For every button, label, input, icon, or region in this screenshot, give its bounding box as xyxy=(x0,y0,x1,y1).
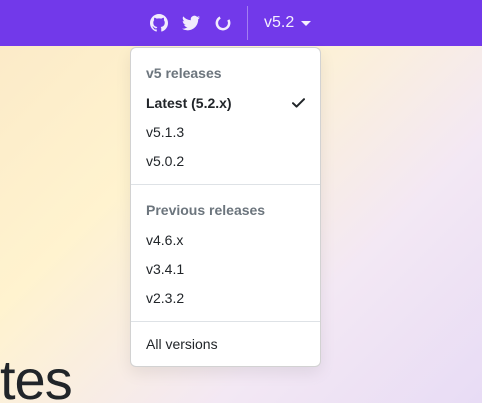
version-item-v5-0-2[interactable]: v5.0.2 xyxy=(131,147,320,175)
twitter-icon[interactable] xyxy=(181,13,201,33)
checkmark-icon xyxy=(292,98,305,108)
dropdown-header-previous: Previous releases xyxy=(146,202,266,218)
page-hero-title: tes xyxy=(0,348,73,403)
dropdown-divider xyxy=(131,321,320,322)
versions-dropdown-menu: v5 releases Latest (5.2.x) v5.1.3 v5.0.2… xyxy=(130,47,321,367)
version-item-label: v5.1.3 xyxy=(146,124,185,140)
version-item-v5-1-3[interactable]: v5.1.3 xyxy=(131,118,320,146)
version-item-label: v4.6.x xyxy=(146,232,184,248)
version-item-v3-4-1[interactable]: v3.4.1 xyxy=(131,255,320,283)
all-versions-label: All versions xyxy=(146,336,218,352)
version-item-v2-3-2[interactable]: v2.3.2 xyxy=(131,284,320,312)
version-item-v4-6-x[interactable]: v4.6.x xyxy=(131,226,320,254)
dropdown-header-v5: v5 releases xyxy=(146,65,222,81)
version-item-label: v5.0.2 xyxy=(146,153,185,169)
opencollective-icon[interactable] xyxy=(213,13,233,33)
version-item-label: v2.3.2 xyxy=(146,290,185,306)
top-navbar: v5.2 xyxy=(0,0,482,46)
all-versions-link[interactable]: All versions xyxy=(131,330,320,358)
version-label: v5.2 xyxy=(264,14,295,31)
version-item-label: Latest (5.2.x) xyxy=(146,95,232,111)
github-icon[interactable] xyxy=(149,13,169,33)
navbar-divider xyxy=(247,6,248,40)
version-item-latest[interactable]: Latest (5.2.x) xyxy=(131,89,320,117)
caret-down-icon xyxy=(301,20,312,26)
version-dropdown-toggle[interactable]: v5.2 xyxy=(264,12,312,34)
version-item-label: v3.4.1 xyxy=(146,261,185,277)
dropdown-divider xyxy=(131,184,320,185)
